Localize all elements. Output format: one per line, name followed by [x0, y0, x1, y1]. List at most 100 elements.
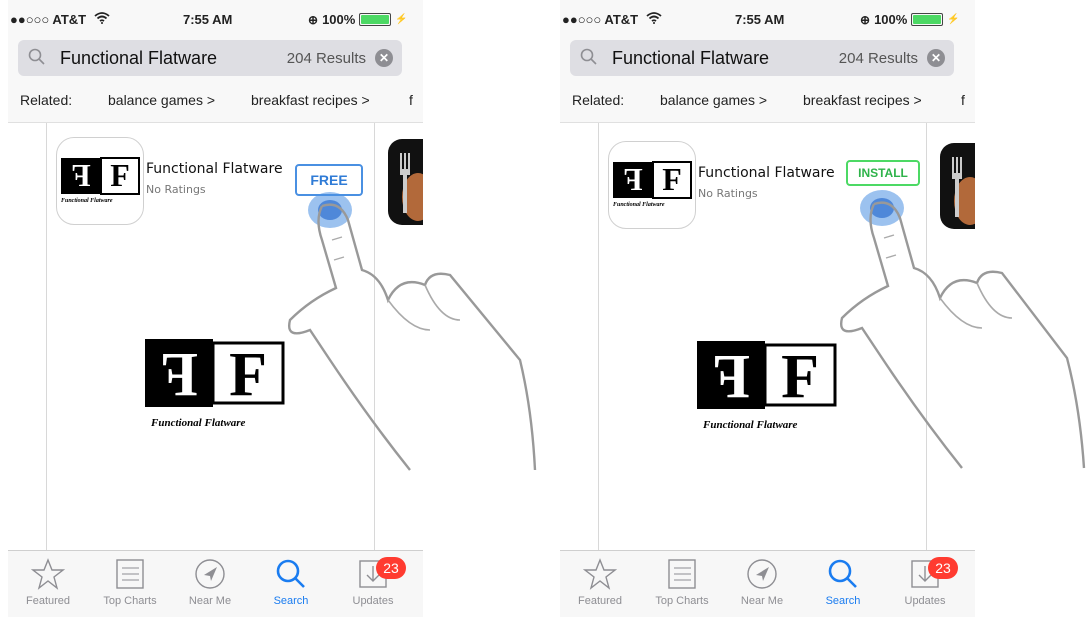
next-app-icon[interactable]	[940, 143, 975, 229]
battery-percent: 100%	[322, 12, 356, 27]
clear-icon[interactable]: ✕	[375, 49, 393, 67]
battery-fill	[361, 15, 390, 24]
related-item[interactable]: breakfast recipes >	[803, 92, 922, 108]
tab-featured[interactable]: Featured	[13, 557, 83, 607]
app-name[interactable]: Functional Flatware	[146, 161, 283, 177]
search-field[interactable]: Functional Flatware 204 Results ✕	[570, 40, 954, 76]
related-item[interactable]: f	[961, 92, 965, 108]
wifi-icon	[94, 12, 110, 24]
results-area: F F Functional Flatware Functional Flatw…	[8, 122, 423, 551]
app-icon[interactable]: F F Functional Flatware	[56, 137, 144, 225]
tab-label: Search	[825, 595, 861, 607]
battery-status: ⊕ 100% ⚡	[860, 12, 960, 27]
tab-updates[interactable]: Updates 23	[338, 557, 408, 607]
app-ratings: No Ratings	[146, 183, 206, 196]
tab-label: Search	[273, 595, 309, 607]
related-searches: Related: balance games > breakfast recip…	[560, 88, 975, 116]
tab-label: Featured	[577, 595, 623, 607]
ff-logo-large: F F	[697, 341, 837, 411]
star-icon	[31, 558, 65, 590]
battery-icon	[911, 13, 944, 26]
screen-before-tap: ●●○○○ AT&T 7:55 AM ⊕ 100% ⚡ Functional F…	[8, 0, 423, 617]
fork-icon	[952, 157, 975, 225]
tab-bar: Featured Top Charts Near Me Search Updat…	[560, 550, 975, 617]
status-bar: ●●○○○ AT&T 7:55 AM ⊕ 100% ⚡	[8, 0, 423, 38]
tab-label: Near Me	[740, 595, 784, 607]
results-area: F F Functional Flatware Functional Flatw…	[560, 122, 975, 551]
tab-updates[interactable]: Updates 23	[890, 557, 960, 607]
logo-caption: Functional Flatware	[151, 417, 246, 429]
svg-text:F: F	[781, 343, 819, 411]
search-query[interactable]: Functional Flatware	[60, 48, 217, 69]
tab-label: Updates	[352, 595, 394, 607]
app-ratings: No Ratings	[698, 187, 758, 200]
search-field[interactable]: Functional Flatware 204 Results ✕	[18, 40, 402, 76]
rotation-lock-icon: ⊕	[308, 12, 319, 27]
related-item[interactable]: f	[409, 92, 413, 108]
tab-top-charts[interactable]: Top Charts	[647, 557, 717, 607]
search-icon	[580, 48, 597, 65]
related-item[interactable]: breakfast recipes >	[251, 92, 370, 108]
wifi-icon	[646, 12, 662, 24]
card-divider	[598, 123, 599, 551]
svg-text:F: F	[110, 157, 130, 193]
status-bar: ●●○○○ AT&T 7:55 AM ⊕ 100% ⚡	[560, 0, 975, 38]
charging-icon: ⚡	[947, 14, 960, 25]
search-icon	[828, 559, 857, 588]
tab-search[interactable]: Search	[256, 557, 326, 607]
carrier-label: ●●○○○ AT&T	[10, 12, 87, 27]
app-screenshot-logo: F F Functional Flatware	[695, 337, 840, 447]
clear-icon[interactable]: ✕	[927, 49, 945, 67]
svg-text:F: F	[71, 157, 91, 193]
ff-logo: F F	[613, 161, 692, 199]
related-item[interactable]: balance games >	[108, 92, 215, 108]
related-searches: Related: balance games > breakfast recip…	[8, 88, 423, 116]
rotation-lock-icon: ⊕	[860, 12, 871, 27]
logo-caption: Functional Flatware	[703, 419, 798, 431]
updates-badge: 23	[376, 557, 406, 579]
ff-logo: F F	[61, 157, 140, 195]
tab-label: Top Charts	[103, 595, 157, 607]
tab-label: Updates	[904, 595, 946, 607]
card-divider	[46, 123, 47, 551]
tab-near-me[interactable]: Near Me	[727, 557, 797, 607]
related-label: Related:	[20, 92, 73, 108]
clock: 7:55 AM	[735, 12, 785, 27]
carrier-label: ●●○○○ AT&T	[562, 12, 639, 27]
location-arrow-icon	[747, 559, 777, 589]
battery-percent: 100%	[874, 12, 908, 27]
tab-label: Featured	[25, 595, 71, 607]
list-icon	[668, 559, 696, 589]
svg-text:F: F	[623, 161, 643, 197]
install-button[interactable]: INSTALL	[846, 160, 920, 186]
app-screenshot-logo: F F Functional Flatware	[143, 335, 288, 445]
tab-search[interactable]: Search	[808, 557, 878, 607]
card-divider	[926, 123, 927, 551]
tab-featured[interactable]: Featured	[565, 557, 635, 607]
tab-near-me[interactable]: Near Me	[175, 557, 245, 607]
location-arrow-icon	[195, 559, 225, 589]
screen-after-tap: ●●○○○ AT&T 7:55 AM ⊕ 100% ⚡ Functional F…	[560, 0, 975, 617]
search-icon	[28, 48, 45, 65]
fork-icon	[400, 153, 423, 221]
free-button[interactable]: FREE	[295, 164, 363, 196]
updates-badge: 23	[928, 557, 958, 579]
search-icon	[276, 559, 305, 588]
related-label: Related:	[572, 92, 625, 108]
battery-icon	[359, 13, 392, 26]
next-app-icon[interactable]	[388, 139, 423, 225]
list-icon	[116, 559, 144, 589]
tab-label: Top Charts	[655, 595, 709, 607]
battery-status: ⊕ 100% ⚡	[308, 12, 408, 27]
battery-fill	[913, 15, 942, 24]
app-icon[interactable]: F F Functional Flatware	[608, 141, 696, 229]
tab-top-charts[interactable]: Top Charts	[95, 557, 165, 607]
tab-bar: Featured Top Charts Near Me Search Updat…	[8, 550, 423, 617]
search-query[interactable]: Functional Flatware	[612, 48, 769, 69]
related-item[interactable]: balance games >	[660, 92, 767, 108]
result-count: 204 Results	[286, 50, 366, 67]
star-icon	[583, 558, 617, 590]
svg-text:F: F	[160, 341, 198, 409]
app-name[interactable]: Functional Flatware	[698, 165, 835, 181]
ff-logo-large: F F	[145, 339, 285, 409]
